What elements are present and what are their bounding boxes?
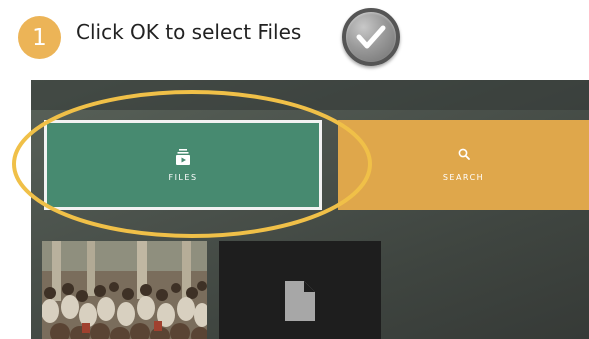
file-thumbnail[interactable] <box>219 241 381 339</box>
search-label: SEARCH <box>442 173 485 182</box>
search-tile[interactable]: SEARCH <box>338 120 589 210</box>
crowd-image <box>42 241 207 339</box>
checkmark-icon <box>356 25 386 49</box>
top-bar <box>31 80 589 110</box>
files-label: FILES <box>168 173 198 182</box>
files-icon <box>176 149 190 165</box>
step-header: 1 Click OK to select Files <box>0 0 589 72</box>
step-number-badge: 1 <box>18 16 61 59</box>
search-icon <box>458 148 470 160</box>
files-tile[interactable]: FILES <box>44 120 322 210</box>
photo-thumbnail[interactable] <box>42 241 207 339</box>
document-icon <box>285 281 315 321</box>
step-instruction: Click OK to select Files <box>76 20 302 44</box>
tv-screen: FILES SEARCH <box>31 80 589 339</box>
ok-button[interactable] <box>342 8 400 66</box>
